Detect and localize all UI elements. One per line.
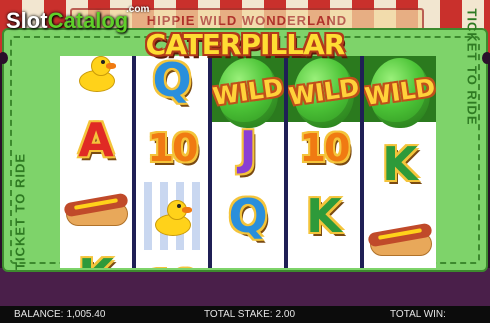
stake-label: TOTAL STAKE: [204,309,273,320]
rubber-duck-icon [75,56,117,92]
rubber-duck-icon [151,200,193,236]
reel-5-symbol-k: K [364,130,436,198]
balance-value: 1,005.40 [66,309,106,320]
reel-4-wild: WILD 10 K [288,56,360,268]
watermark-prefix: Slot [6,8,48,33]
symbol-number-10: 10 [299,126,351,170]
reel-2: Q 10 10 [136,56,208,268]
reel-1-symbol-k: K [60,242,132,268]
reel-1-symbol-hotdog [60,174,132,242]
reel-area: A K Q 10 [60,56,436,268]
hotdog-icon [63,192,129,226]
ticket-notch-right [482,52,490,64]
watermark-brand: Catalog [47,8,129,33]
reel-5-wild: WILD K [364,56,436,268]
win-display: TOTAL WIN: [390,309,449,320]
game-logo-text: CATERPILLAR [145,27,346,61]
watermark-text: SlotCatalog [6,8,128,34]
reel-3-symbol-j: J [212,114,284,182]
symbol-letter-k: K [382,137,418,191]
reel-1-symbol-a: A [60,106,132,174]
symbol-letter-a: A [78,113,114,167]
slotcatalog-watermark: SlotCatalog .com [6,4,149,34]
reel-2-symbol-10-bottom: 10 [136,250,208,268]
stake-display: TOTAL STAKE: 2.00 [204,309,295,320]
balance-display: BALANCE: 1,005.40 [14,309,105,320]
reel-3-wild: WILD J Q [212,56,284,268]
reel-1: A K [60,56,132,268]
reel-2-symbol-10: 10 [136,114,208,182]
reel-2-symbol-duck [136,182,208,250]
stake-value: 2.00 [275,309,296,320]
reel-5-symbol-hotdog [364,202,436,268]
hotdog-icon [367,222,433,256]
win-label: TOTAL WIN: [390,309,446,320]
symbol-letter-q: Q [228,189,268,243]
game-logo: CATERPILLAR [142,24,348,64]
reel-3-symbol-q: Q [212,182,284,250]
ticket-side-text-left: TICKET TO RIDE [12,152,28,270]
reel-4-symbol-k: K [288,182,360,250]
symbol-letter-k: K [78,253,114,268]
balance-label: BALANCE: [14,309,64,320]
reel-2-symbol-q: Q [136,56,208,114]
ticket-side-text-right: TICKET TO RIDE [464,8,480,126]
symbol-letter-k: K [306,189,342,243]
stage-floor [0,268,490,308]
reel-4-symbol-10: 10 [288,114,360,182]
symbol-letter-j: J [239,121,257,175]
symbol-number-10: 10 [147,126,199,170]
status-bar: BALANCE: 1,005.40 TOTAL STAKE: 2.00 TOTAL … [0,306,490,323]
ticket-notch-left [0,52,8,64]
reel-1-symbol-duck [60,56,132,106]
symbol-number-10: 10 [148,265,199,268]
game-scene: HIPPIE WILD WONDERLAND TICKET TO RIDE TI… [0,0,490,323]
watermark-suffix: .com [126,4,150,15]
